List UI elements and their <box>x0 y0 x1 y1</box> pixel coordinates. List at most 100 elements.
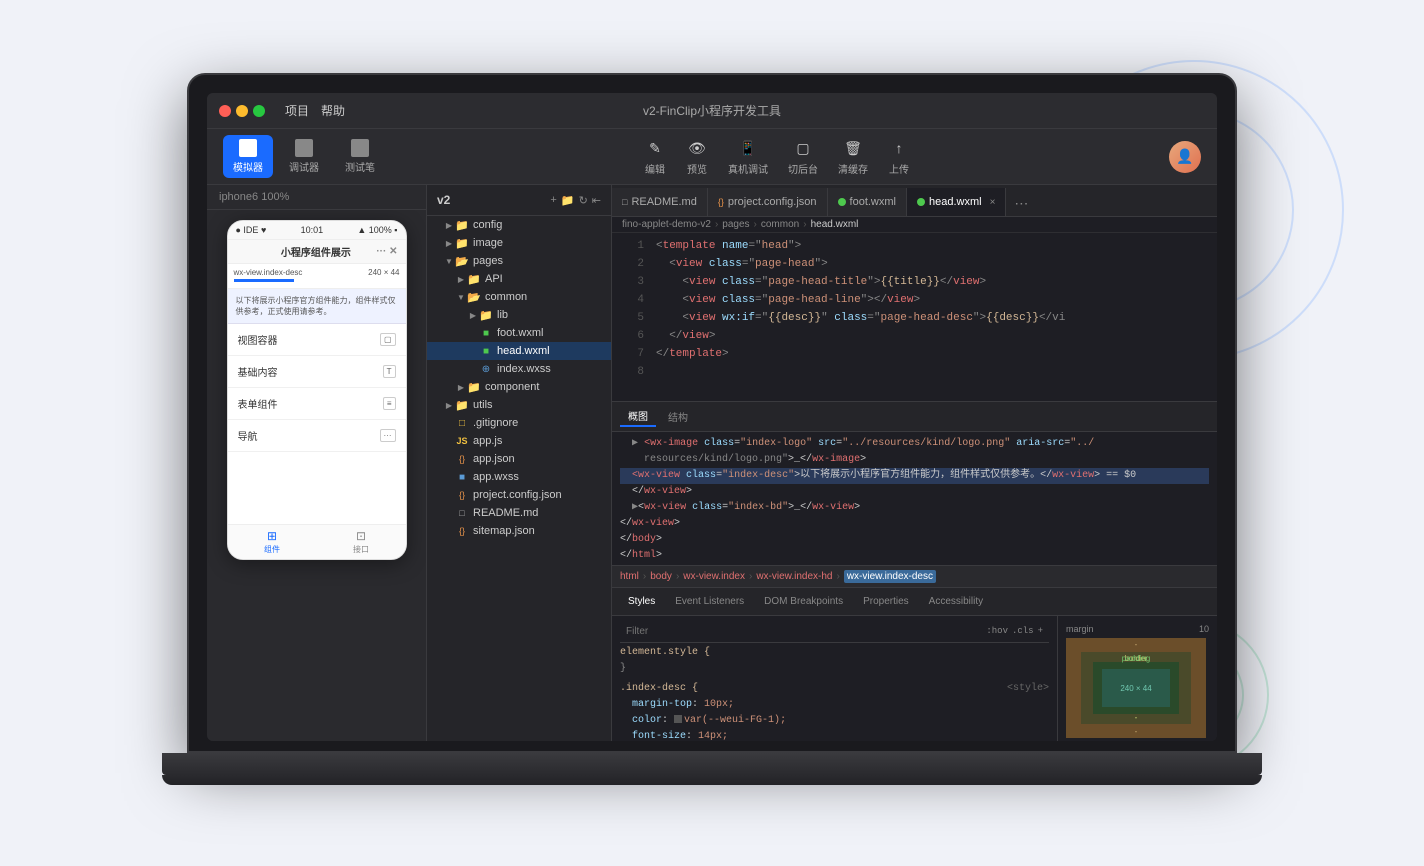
code-line-8: 8 <box>612 363 1217 381</box>
new-folder-icon[interactable]: 📁 <box>561 194 575 207</box>
menu-project[interactable]: 项目 <box>285 102 309 119</box>
filter-add-button[interactable]: + <box>1038 623 1043 639</box>
bm-border-bottom: - <box>1135 713 1138 722</box>
tree-folder-common[interactable]: ▼ 📂 common <box>427 288 611 306</box>
clear-cache-action[interactable]: 🗑 清缓存 <box>838 137 868 176</box>
api-label: API <box>485 273 503 285</box>
tab-project-config[interactable]: {} project.config.json <box>708 188 828 216</box>
dom-line-1b: resources/kind/logo.png">_</wx-image> <box>620 452 1209 468</box>
head-wxml-close[interactable]: × <box>990 197 996 208</box>
close-button[interactable] <box>219 105 231 117</box>
phone-component-form[interactable]: 表单组件 ≡ <box>228 388 406 420</box>
code-text-1: <template name="head"> <box>656 237 801 255</box>
breadcrumb-common: common <box>761 219 799 230</box>
tree-folder-config[interactable]: ▶ 📁 config <box>427 216 611 234</box>
tab-head-wxml[interactable]: head.wxml × <box>907 188 1006 216</box>
css-margin-top-prop: margin-top: 10px; <box>620 697 1049 713</box>
toolbar-center-actions: ✎ 编辑 👁 预览 📱 真机调试 ▢ 切后台 <box>644 137 910 176</box>
tree-file-app-js[interactable]: ▶ JS app.js <box>427 432 611 450</box>
tree-folder-lib[interactable]: ▶ 📁 lib <box>427 306 611 324</box>
tree-folder-pages[interactable]: ▼ 📂 pages <box>427 252 611 270</box>
phone-component-basic[interactable]: 基础内容 T <box>228 356 406 388</box>
new-file-icon[interactable]: + <box>550 194 556 207</box>
devtools-tab-console[interactable]: 结构 <box>660 407 696 426</box>
maximize-button[interactable] <box>253 105 265 117</box>
tree-file-sitemap[interactable]: ▶ {} sitemap.json <box>427 522 611 540</box>
tree-folder-component[interactable]: ▶ 📁 component <box>427 378 611 396</box>
menu-help[interactable]: 帮助 <box>321 102 345 119</box>
devtools-tab-wxml[interactable]: 概图 <box>620 406 656 427</box>
more-tabs-button[interactable]: ⋯ <box>1006 191 1036 216</box>
tree-file-foot-wxml[interactable]: ▶ ■ foot.wxml <box>427 324 611 342</box>
phone-nav-api[interactable]: ⊡ 接口 <box>317 525 406 559</box>
filter-hov-button[interactable]: :hov <box>986 623 1008 639</box>
phone-nav-component[interactable]: ⊞ 组件 <box>228 525 317 559</box>
head-wxml-dot <box>917 198 925 206</box>
tab-foot-wxml[interactable]: foot.wxml <box>828 188 907 216</box>
preview-action[interactable]: 👁 预览 <box>686 137 708 176</box>
elem-wx-view-desc[interactable]: wx-view.index-desc <box>844 570 936 583</box>
dom-tree-area[interactable]: ▶ <wx-image class="index-logo" src="../r… <box>612 432 1217 566</box>
styles-filter-bar: :hov .cls + <box>620 620 1049 643</box>
devtools-dom-tab[interactable]: DOM Breakpoints <box>756 592 851 611</box>
devtools-a11y-tab[interactable]: Accessibility <box>921 592 991 611</box>
user-avatar[interactable]: 👤 <box>1169 141 1201 173</box>
elem-sep-2: › <box>676 571 679 582</box>
edit-icon: ✎ <box>644 137 666 159</box>
upload-action[interactable]: ↑ 上传 <box>888 137 910 176</box>
component-name-basic: 基础内容 <box>238 364 278 379</box>
elem-html[interactable]: html <box>620 571 639 582</box>
component-arrow: ▶ <box>455 381 467 393</box>
code-text-4: <view class="page-head-line"></view> <box>656 291 920 309</box>
tree-file-app-wxss[interactable]: ▶ ■ app.wxss <box>427 468 611 486</box>
filter-cls-button[interactable]: .cls <box>1012 623 1034 639</box>
edit-action[interactable]: ✎ 编辑 <box>644 137 666 176</box>
background-action[interactable]: ▢ 切后台 <box>788 137 818 176</box>
tree-folder-utils[interactable]: ▶ 📁 utils <box>427 396 611 414</box>
elem-sep-1: › <box>643 571 646 582</box>
breadcrumb-sep-2: › <box>754 219 757 230</box>
devtools-props-tab[interactable]: Properties <box>855 592 917 611</box>
code-editor[interactable]: 1 <template name="head"> 2 <view class="… <box>612 233 1217 401</box>
css-index-desc-selector: .index-desc { <box>620 681 698 697</box>
box-model-padding: padding 240 × 44 - <box>1093 662 1179 714</box>
elem-wx-view-index[interactable]: wx-view.index <box>683 571 745 582</box>
bm-margin-top: - <box>1135 640 1138 649</box>
collapse-icon[interactable]: ⇤ <box>592 194 601 207</box>
phone-component-nav[interactable]: 导航 ··· <box>228 420 406 452</box>
devtools-event-tab[interactable]: Event Listeners <box>667 592 752 611</box>
refresh-icon[interactable]: ↻ <box>579 194 588 207</box>
tree-file-readme[interactable]: ▶ □ README.md <box>427 504 611 522</box>
pages-label: pages <box>473 255 503 267</box>
tree-file-head-wxml[interactable]: ▶ ■ head.wxml <box>427 342 611 360</box>
phone-title: 小程序组件展示 <box>281 244 351 259</box>
component-name-view: 视图容器 <box>238 332 278 347</box>
component-label: component <box>485 381 539 393</box>
devtools-panel: 概图 结构 ▶ <wx-image class="index-logo" src… <box>612 401 1217 741</box>
head-wxml-label: head.wxml <box>497 345 550 357</box>
devtools-styles-tab[interactable]: Styles <box>620 592 663 611</box>
elem-body[interactable]: body <box>650 571 672 582</box>
pages-arrow: ▼ <box>443 255 455 267</box>
image-label: image <box>473 237 503 249</box>
styles-filter-input[interactable] <box>626 626 986 637</box>
code-text-3: <view class="page-head-title">{{title}}<… <box>656 273 986 291</box>
tab-readme[interactable]: □ README.md <box>612 188 708 216</box>
phone-component-view-container[interactable]: 视图容器 ▢ <box>228 324 406 356</box>
tree-folder-image[interactable]: ▶ 📁 image <box>427 234 611 252</box>
test-button[interactable]: 测试笔 <box>335 135 385 178</box>
tree-file-app-json[interactable]: ▶ {} app.json <box>427 450 611 468</box>
device-screen-area: ● IDE ♥ 10:01 ▲ 100% ▪ 小程序组件展示 ··· ✕ <box>207 210 426 741</box>
tree-folder-api[interactable]: ▶ 📁 API <box>427 270 611 288</box>
test-icon <box>351 139 369 157</box>
device-debug-action[interactable]: 📱 真机调试 <box>728 137 768 176</box>
debugger-button[interactable]: 调试器 <box>279 135 329 178</box>
tree-file-index-wxss[interactable]: ▶ ⊕ index.wxss <box>427 360 611 378</box>
simulator-button[interactable]: 模拟器 <box>223 135 273 178</box>
tree-file-gitignore[interactable]: ▶ □ .gitignore <box>427 414 611 432</box>
elem-wx-view-hd[interactable]: wx-view.index-hd <box>756 571 832 582</box>
minimize-button[interactable] <box>236 105 248 117</box>
tree-file-project-config[interactable]: ▶ {} project.config.json <box>427 486 611 504</box>
bm-padding-label: padding <box>1122 654 1150 663</box>
nav-component-icon: ⊞ <box>265 529 279 543</box>
